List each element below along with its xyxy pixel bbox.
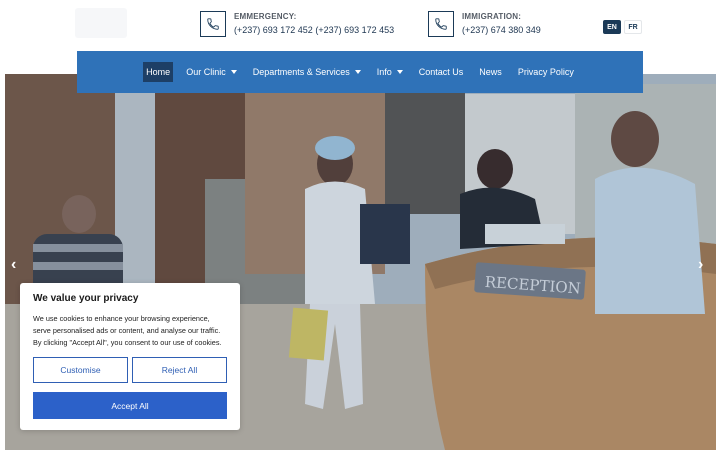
nav-item-news[interactable]: News [476,62,505,82]
cookie-text: We use cookies to enhance your browsing … [33,314,222,347]
emergency-label: EMMERGENCY: [234,12,297,21]
caret-down-icon [354,70,361,74]
immigration-label: IMMIGRATION: [462,12,522,21]
language-fr[interactable]: FR [624,20,642,34]
nav-item-our-clinic[interactable]: Our Clinic [183,62,240,82]
nav-item-label: Departments & Services [252,67,350,77]
page: EMMERGENCY: (+237) 693 172 452 (+237) 69… [0,0,720,450]
nav-item-label: Contact Us [418,67,464,77]
main-navigation: Home Our Clinic Departments & Services I… [77,51,643,93]
language-en[interactable]: EN [603,20,621,34]
caret-down-icon [396,70,403,74]
language-switcher: EN FR [603,20,645,34]
nav-item-label: News [479,67,502,77]
reject-all-button[interactable]: Reject All [132,357,227,383]
immigration-number[interactable]: (+237) 674 380 349 [462,24,541,37]
chevron-left-icon[interactable]: ‹ [11,256,16,274]
emergency-contact: EMMERGENCY: (+237) 693 172 452 (+237) 69… [200,10,394,37]
immigration-contact: IMMIGRATION: (+237) 674 380 349 [428,10,541,37]
cookie-consent-dialog: We value your privacy We use cookies to … [20,283,240,430]
nav-item-label: Our Clinic [186,67,226,77]
nav-item-label: Home [146,67,171,77]
nav-item-label: Privacy Policy [517,67,574,77]
clinic-logo[interactable] [75,8,127,38]
nav-item-home[interactable]: Home [143,62,174,82]
phone-icon [200,10,226,37]
nav-item-info[interactable]: Info [374,62,406,82]
nav-item-label: Info [376,67,392,77]
customise-button[interactable]: Customise [33,357,128,383]
cookie-title: We value your privacy [33,293,139,304]
chevron-right-icon[interactable]: › [698,256,703,274]
nav-item-contact[interactable]: Contact Us [416,62,467,82]
emergency-number[interactable]: (+237) 693 172 452 (+237) 693 172 453 [234,24,394,37]
nav-item-departments[interactable]: Departments & Services [250,62,364,82]
phone-icon [428,10,454,37]
accept-all-button[interactable]: Accept All [33,392,227,419]
caret-down-icon [230,70,237,74]
nav-item-privacy[interactable]: Privacy Policy [515,62,577,82]
